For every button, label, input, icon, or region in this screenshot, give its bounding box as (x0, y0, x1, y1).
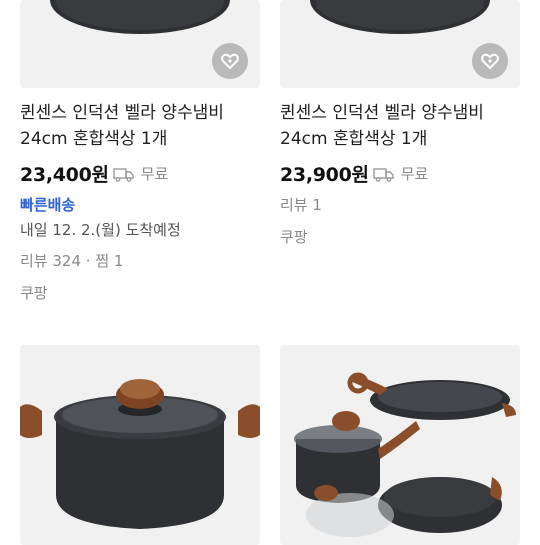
price: 23,900원 (280, 164, 369, 186)
review-meta: 리뷰 1 (280, 194, 322, 215)
shipping-label: 무료 (400, 165, 429, 183)
truck-icon (113, 167, 134, 182)
arrival-date: 내일 12. 2.(월) 도착예정 (20, 221, 181, 239)
pot-image (20, 379, 260, 529)
heart-tag-icon (221, 53, 239, 70)
product-card[interactable] (20, 345, 260, 545)
shipping-label: 무료 (140, 165, 169, 183)
title-line-2: 24cm 혼합색상 1개 (280, 129, 428, 149)
price: 23,400원 (20, 164, 109, 186)
cookware-set-image (294, 372, 516, 537)
heart-tag-icon (481, 53, 499, 70)
favorite-button[interactable] (212, 43, 248, 79)
product-image[interactable] (20, 345, 260, 545)
like-count: 찜 1 (95, 252, 124, 270)
title-line-1: 퀸센스 인덕션 벨라 양수냄비 (20, 103, 224, 123)
dot-separator: · (85, 252, 96, 270)
review-count: 리뷰 324 (20, 252, 81, 270)
product-image[interactable] (280, 0, 520, 88)
price-row: 23,400원 무료 (20, 160, 168, 187)
product-card[interactable] (280, 345, 520, 545)
product-card[interactable]: 퀸센스 인덕션 벨라 양수냄비 24cm 혼합색상 1개 23,900원 무료 … (280, 0, 520, 310)
seller-source: 쿠팡 (280, 228, 308, 246)
product-card[interactable]: 퀸센스 인덕션 벨라 양수냄비 24cm 혼합색상 1개 23,400원 무료 … (20, 0, 260, 310)
fast-delivery-badge: 빠른배송 (20, 196, 76, 214)
product-image[interactable] (280, 345, 520, 545)
product-title[interactable]: 퀸센스 인덕션 벨라 양수냄비 24cm 혼합색상 1개 (280, 100, 520, 152)
truck-icon (373, 167, 394, 182)
review-meta: 리뷰 324 · 찜 1 (20, 250, 123, 271)
product-image[interactable] (20, 0, 260, 88)
product-title[interactable]: 퀸센스 인덕션 벨라 양수냄비 24cm 혼합색상 1개 (20, 100, 260, 152)
review-count: 리뷰 1 (280, 196, 322, 214)
title-line-1: 퀸센스 인덕션 벨라 양수냄비 (280, 103, 484, 123)
favorite-button[interactable] (472, 43, 508, 79)
price-row: 23,900원 무료 (280, 160, 428, 187)
title-line-2: 24cm 혼합색상 1개 (20, 129, 168, 149)
seller-source: 쿠팡 (20, 284, 48, 302)
